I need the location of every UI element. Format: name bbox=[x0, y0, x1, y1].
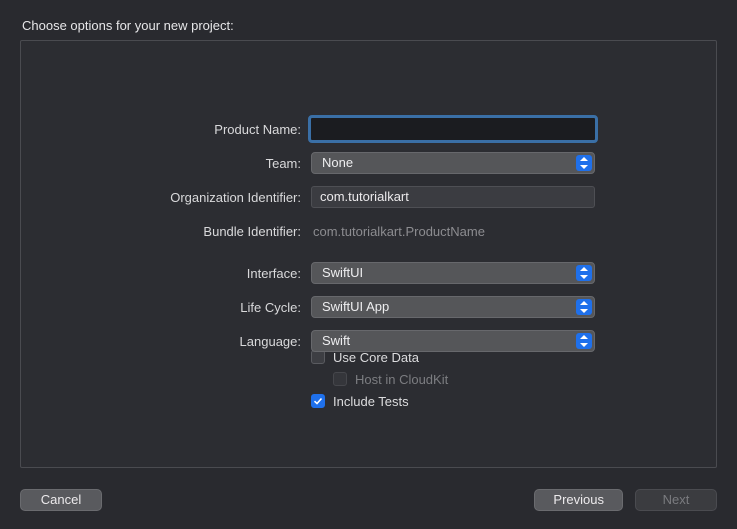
host-in-cloudkit-checkbox: Host in CloudKit bbox=[333, 368, 448, 390]
bundle-identifier-label: Bundle Identifier: bbox=[21, 224, 311, 239]
updown-chevron-icon bbox=[576, 333, 592, 349]
lifecycle-value: SwiftUI App bbox=[322, 299, 389, 314]
interface-popup[interactable]: SwiftUI bbox=[311, 262, 595, 284]
include-tests-label: Include Tests bbox=[333, 394, 409, 409]
checkbox-off-icon bbox=[311, 350, 325, 364]
updown-chevron-icon bbox=[576, 265, 592, 281]
language-value: Swift bbox=[322, 333, 350, 348]
lifecycle-label: Life Cycle: bbox=[21, 300, 311, 315]
checkbox-off-disabled-icon bbox=[333, 372, 347, 386]
options-form: Product Name: Team: None Organization Id… bbox=[21, 113, 716, 395]
language-popup[interactable]: Swift bbox=[311, 330, 595, 352]
cancel-button[interactable]: Cancel bbox=[20, 489, 102, 511]
updown-chevron-icon bbox=[576, 299, 592, 315]
lifecycle-popup[interactable]: SwiftUI App bbox=[311, 296, 595, 318]
previous-button[interactable]: Previous bbox=[534, 489, 623, 511]
new-project-options-dialog: Choose options for your new project: Pro… bbox=[0, 0, 737, 529]
checkbox-on-icon bbox=[311, 394, 325, 408]
team-label: Team: bbox=[21, 156, 311, 171]
interface-value: SwiftUI bbox=[322, 265, 363, 280]
dialog-title: Choose options for your new project: bbox=[22, 18, 234, 33]
organization-identifier-input[interactable]: com.tutorialkart bbox=[311, 186, 595, 208]
product-name-input[interactable] bbox=[311, 118, 595, 140]
language-label: Language: bbox=[21, 334, 311, 349]
organization-identifier-label: Organization Identifier: bbox=[21, 190, 311, 205]
options-panel: Product Name: Team: None Organization Id… bbox=[20, 40, 717, 468]
updown-chevron-icon bbox=[576, 155, 592, 171]
team-popup[interactable]: None bbox=[311, 152, 595, 174]
next-button: Next bbox=[635, 489, 717, 511]
host-in-cloudkit-label: Host in CloudKit bbox=[355, 372, 448, 387]
bundle-identifier-value: com.tutorialkart.ProductName bbox=[311, 224, 485, 239]
include-tests-checkbox[interactable]: Include Tests bbox=[311, 390, 409, 412]
interface-label: Interface: bbox=[21, 266, 311, 281]
dialog-footer: Cancel Previous Next bbox=[20, 489, 717, 511]
product-name-label: Product Name: bbox=[21, 122, 311, 137]
team-value: None bbox=[322, 155, 353, 170]
